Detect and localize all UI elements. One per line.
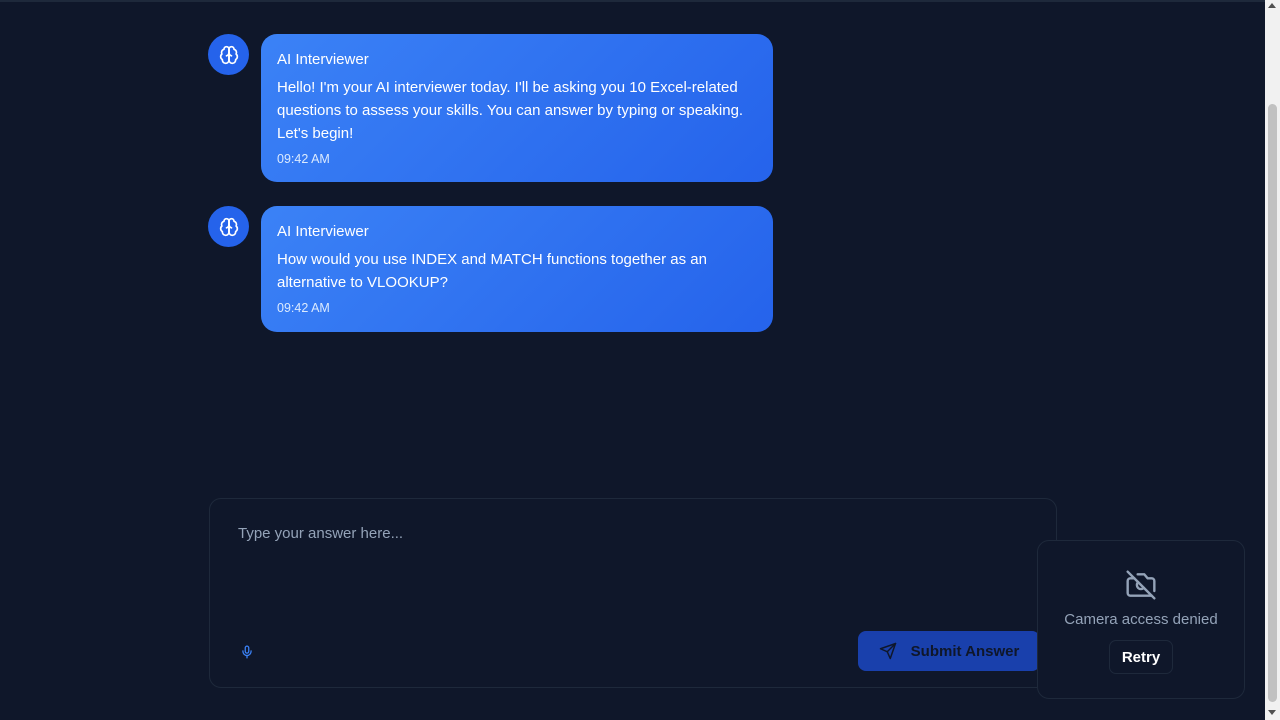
answer-panel: Submit Answer	[209, 498, 1057, 688]
page-scrollbar[interactable]	[1265, 0, 1280, 720]
answer-input[interactable]	[224, 513, 1044, 623]
submit-answer-button[interactable]: Submit Answer	[858, 631, 1040, 671]
voice-input-button[interactable]	[237, 642, 257, 662]
brain-icon	[219, 45, 238, 64]
scroll-up-arrow-icon[interactable]	[1268, 3, 1276, 8]
interviewer-avatar	[208, 34, 249, 75]
message-bubble: AI Interviewer Hello! I'm your AI interv…	[261, 34, 773, 182]
chat-message: AI Interviewer How would you use INDEX a…	[208, 206, 773, 332]
interview-page: AI Interviewer Hello! I'm your AI interv…	[0, 0, 1280, 720]
retry-camera-button[interactable]: Retry	[1108, 640, 1174, 674]
camera-status-text: Camera access denied	[1064, 611, 1218, 628]
camera-off-icon	[1126, 570, 1156, 600]
scroll-down-arrow-icon[interactable]	[1268, 710, 1276, 715]
message-bubble: AI Interviewer How would you use INDEX a…	[261, 206, 773, 332]
mic-icon	[242, 645, 252, 659]
brain-icon	[219, 217, 238, 236]
message-sender: AI Interviewer	[277, 223, 369, 240]
send-icon	[879, 642, 896, 660]
header-divider	[0, 0, 1265, 2]
message-timestamp: 09:42 AM	[277, 152, 330, 166]
message-text: Hello! I'm your AI interviewer today. I'…	[277, 79, 744, 142]
scrollbar-thumb[interactable]	[1268, 104, 1277, 702]
interviewer-avatar	[208, 206, 249, 247]
chat-message: AI Interviewer Hello! I'm your AI interv…	[208, 34, 773, 182]
message-sender: AI Interviewer	[277, 51, 369, 68]
submit-answer-label: Submit Answer	[910, 642, 1020, 660]
camera-preview: Camera access denied Retry	[1037, 540, 1245, 699]
message-text: How would you use INDEX and MATCH functi…	[277, 251, 707, 291]
message-timestamp: 09:42 AM	[277, 301, 330, 315]
